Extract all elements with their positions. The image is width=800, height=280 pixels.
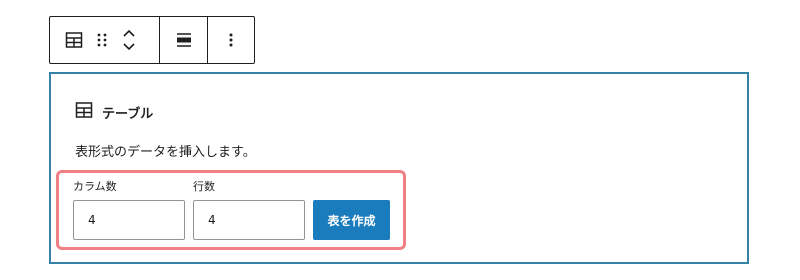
block-toolbar <box>49 16 255 64</box>
rows-label: 行数 <box>193 180 215 193</box>
block-title: テーブル <box>102 106 154 122</box>
columns-input[interactable] <box>73 200 185 240</box>
toolbar-group-align <box>159 17 207 63</box>
block-header: テーブル <box>74 100 153 124</box>
toolbar-group-more <box>207 17 254 63</box>
block-description: 表形式のデータを挿入します。 <box>75 145 256 160</box>
table-block-icon[interactable] <box>62 28 86 52</box>
drag-handle-icon[interactable] <box>92 28 112 52</box>
columns-label: カラム数 <box>73 180 117 193</box>
create-table-button[interactable]: 表を作成 <box>313 200 390 240</box>
move-up-icon[interactable] <box>120 26 138 40</box>
rows-input[interactable] <box>193 200 305 240</box>
table-icon <box>74 100 94 124</box>
toolbar-group-block <box>50 17 159 63</box>
move-buttons <box>120 26 138 54</box>
more-options-icon[interactable] <box>219 28 243 52</box>
align-icon[interactable] <box>172 28 196 52</box>
move-down-icon[interactable] <box>120 40 138 54</box>
table-block-placeholder: テーブル 表形式のデータを挿入します。 カラム数 行数 表を作成 <box>49 72 749 264</box>
